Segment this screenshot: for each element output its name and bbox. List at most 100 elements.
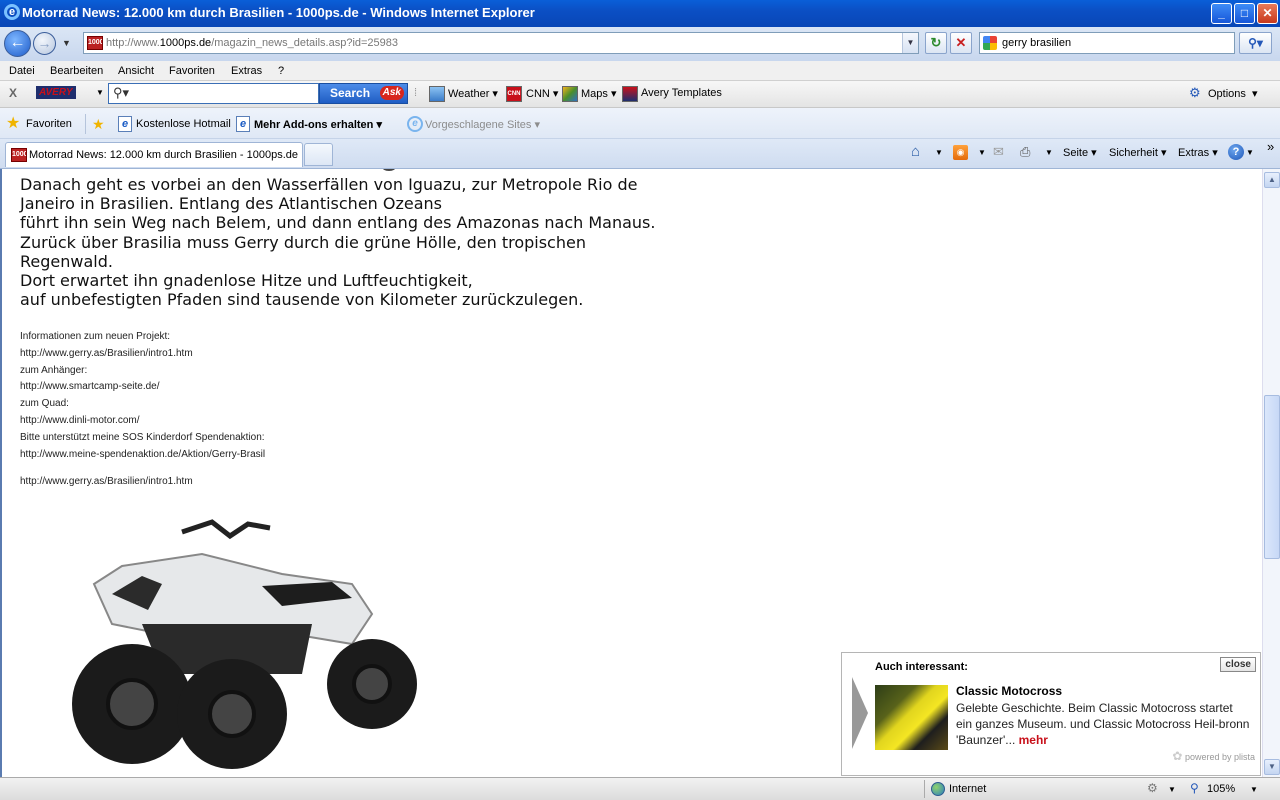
scroll-up-button[interactable]: ▲ bbox=[1264, 172, 1280, 188]
feeds-dropdown-icon[interactable]: ▼ bbox=[978, 148, 986, 157]
popup-close-button[interactable]: close bbox=[1220, 657, 1256, 672]
menu-help[interactable]: ? bbox=[278, 65, 284, 77]
menu-tools[interactable]: Extras bbox=[231, 65, 262, 77]
url-prefix: http://www. bbox=[106, 37, 160, 49]
navigation-bar: ← → ▼ 1000 http://www.1000ps.de/magazin_… bbox=[0, 27, 1280, 61]
menu-edit[interactable]: Bearbeiten bbox=[50, 65, 103, 77]
avery-logo[interactable]: AVERY bbox=[36, 86, 76, 99]
tools-menu-button[interactable]: Extras ▾ bbox=[1178, 146, 1218, 159]
info-link[interactable]: http://www.dinli-motor.com/ bbox=[20, 413, 265, 430]
popup-article-title[interactable]: Classic Motocross bbox=[956, 684, 1062, 698]
zoom-level[interactable]: 105% bbox=[1207, 783, 1235, 795]
cut-off-text-fragment bbox=[382, 169, 396, 171]
suggested-sites-icon: e bbox=[407, 116, 423, 132]
suggested-sites-link[interactable]: Vorgeschlagene Sites ▾ bbox=[425, 118, 540, 131]
options-button[interactable]: Options ▾ bbox=[1208, 87, 1258, 100]
article-line: auf unbefestigten Pfaden sind tausende v… bbox=[20, 290, 584, 310]
menu-bar: Datei Bearbeiten Ansicht Favoriten Extra… bbox=[0, 61, 1280, 81]
favorites-button[interactable]: Favoriten bbox=[26, 118, 72, 130]
refresh-button[interactable]: ↻ bbox=[925, 32, 947, 54]
print-icon[interactable]: ⎙ bbox=[1020, 144, 1030, 160]
powered-by-label: ✿ powered by plista bbox=[1172, 749, 1255, 763]
close-window-button[interactable]: ✕ bbox=[1257, 3, 1278, 24]
hotmail-link[interactable]: Kostenlose Hotmail bbox=[136, 118, 231, 130]
ask-toolbar: X AVERY ▼ ⚲▾ Search Ask ⁞ Weather ▾ CNN C… bbox=[0, 81, 1280, 108]
mail-icon[interactable]: ✉ bbox=[993, 144, 1004, 160]
help-dropdown-icon[interactable]: ▼ bbox=[1246, 148, 1254, 157]
ask-search-input[interactable]: ⚲▾ bbox=[108, 83, 319, 104]
maximize-button[interactable]: □ bbox=[1234, 3, 1255, 24]
tab-motorrad-news[interactable]: 1000 Motorrad News: 12.000 km durch Bras… bbox=[5, 142, 303, 167]
recent-pages-chevron-icon[interactable]: ▼ bbox=[62, 38, 71, 48]
search-go-button[interactable]: ⚲▾ bbox=[1239, 32, 1272, 54]
search-input[interactable]: gerry brasilien bbox=[1002, 37, 1071, 49]
quad-image bbox=[72, 519, 417, 769]
minimize-button[interactable]: _ bbox=[1211, 3, 1232, 24]
toolbar-separator-icon: ⁞ bbox=[414, 87, 418, 99]
protected-mode-dropdown-icon[interactable]: ▼ bbox=[1168, 785, 1176, 794]
more-commands-button[interactable]: » bbox=[1267, 139, 1274, 154]
favorites-star-icon: ★ bbox=[6, 115, 21, 132]
print-dropdown-icon[interactable]: ▼ bbox=[1045, 148, 1053, 157]
maps-button[interactable]: Maps ▾ bbox=[581, 87, 616, 100]
info-link[interactable]: http://www.smartcamp-seite.de/ bbox=[20, 379, 265, 396]
popup-arrow-icon[interactable] bbox=[852, 677, 868, 749]
add-favorite-icon[interactable]: ★ bbox=[92, 116, 105, 132]
popup-thumbnail[interactable] bbox=[875, 685, 948, 750]
info-label: Bitte unterstützt meine SOS Kinderdorf S… bbox=[20, 431, 265, 443]
article-line: Regenwald. bbox=[20, 251, 113, 271]
scroll-thumb[interactable] bbox=[1264, 395, 1280, 559]
menu-favorites[interactable]: Favoriten bbox=[169, 65, 215, 77]
address-bar[interactable]: 1000 http://www.1000ps.de/magazin_news_d… bbox=[83, 32, 919, 54]
popup-heading: Auch interessant: bbox=[875, 661, 968, 673]
back-button[interactable]: ← bbox=[4, 30, 31, 57]
home-dropdown-icon[interactable]: ▼ bbox=[935, 148, 943, 157]
plista-icon: ✿ bbox=[1172, 749, 1183, 763]
ask-search-button[interactable]: Search Ask bbox=[319, 83, 408, 104]
addons-page-icon: e bbox=[236, 116, 250, 132]
address-url[interactable]: http://www.1000ps.de/magazin_news_detail… bbox=[106, 37, 398, 49]
info-link[interactable]: http://www.gerry.as/Brasilien/intro1.htm bbox=[20, 346, 265, 363]
cnn-button[interactable]: CNN ▾ bbox=[526, 87, 558, 100]
help-icon[interactable]: ? bbox=[1228, 144, 1244, 160]
toolbar-close-button[interactable]: X bbox=[9, 86, 17, 100]
page-menu-button[interactable]: Seite ▾ bbox=[1063, 146, 1097, 159]
stop-button[interactable]: ✕ bbox=[950, 32, 972, 54]
weather-button[interactable]: Weather ▾ bbox=[448, 87, 498, 100]
info-link[interactable]: http://www.meine-spendenaktion.de/Aktion… bbox=[20, 447, 265, 464]
protected-mode-icon[interactable]: ⚙ bbox=[1147, 781, 1158, 795]
ie-logo-icon: e bbox=[4, 4, 20, 20]
address-dropdown-icon[interactable]: ▼ bbox=[902, 33, 918, 53]
status-divider bbox=[924, 780, 925, 798]
avery-dropdown-icon[interactable]: ▼ bbox=[96, 88, 104, 97]
options-gear-icon: ⚙ bbox=[1189, 85, 1201, 100]
cnn-icon: CNN bbox=[506, 86, 522, 102]
article-line: Janeiro in Brasilien. Entlang des Atlant… bbox=[20, 194, 442, 214]
info-label: zum Quad: bbox=[20, 398, 69, 410]
info-link[interactable]: http://www.gerry.as/Brasilien/intro1.htm bbox=[20, 474, 265, 491]
vertical-scrollbar[interactable]: ▲ ▼ bbox=[1262, 169, 1280, 777]
home-icon[interactable]: ⌂ bbox=[911, 143, 920, 160]
search-box[interactable]: gerry brasilien bbox=[979, 32, 1235, 54]
popup-more-link[interactable]: mehr bbox=[1019, 733, 1048, 747]
addons-link[interactable]: Mehr Add-ons erhalten ▾ bbox=[254, 118, 382, 131]
menu-file[interactable]: Datei bbox=[9, 65, 35, 77]
menu-view[interactable]: Ansicht bbox=[118, 65, 154, 77]
quad-handlebar bbox=[181, 519, 271, 540]
quad-rear-rim bbox=[352, 664, 392, 704]
popup-description: Gelebte Geschichte. Beim Classic Motocro… bbox=[956, 700, 1251, 748]
recommendation-popup: Auch interessant: close Classic Motocros… bbox=[841, 652, 1261, 776]
scroll-down-button[interactable]: ▼ bbox=[1264, 759, 1280, 775]
avery-templates-button[interactable]: Avery Templates bbox=[641, 87, 722, 99]
article-line: Zurück über Brasilia muss Gerry durch di… bbox=[20, 232, 586, 252]
tab-bar: 1000 Motorrad News: 12.000 km durch Bras… bbox=[0, 139, 1280, 169]
security-menu-button[interactable]: Sicherheit ▾ bbox=[1109, 146, 1167, 159]
zoom-dropdown-icon[interactable]: ▼ bbox=[1250, 785, 1258, 794]
feeds-icon[interactable]: ◉ bbox=[953, 145, 968, 160]
info-label: zum Anhänger: bbox=[20, 364, 88, 376]
weather-icon bbox=[429, 86, 445, 102]
new-tab-button[interactable] bbox=[304, 143, 333, 166]
info-links: Informationen zum neuen Projekt: http://… bbox=[20, 329, 265, 491]
google-icon bbox=[983, 36, 997, 50]
forward-button[interactable]: → bbox=[33, 32, 56, 55]
